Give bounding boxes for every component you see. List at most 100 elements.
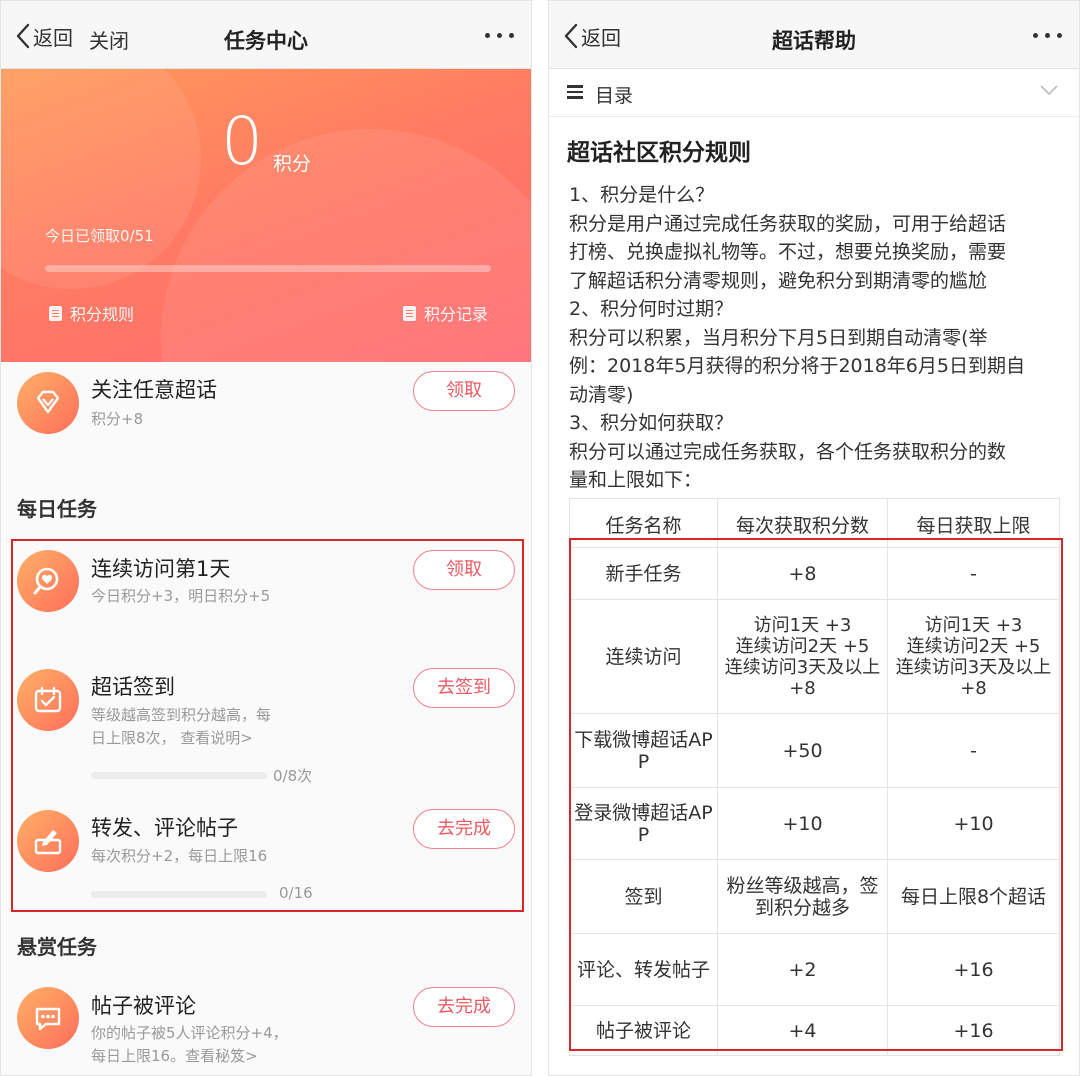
claim-button[interactable]: 领取 [413,371,515,411]
table-cell: - [887,713,1060,788]
table-cell: 访问1天 +3 连续访问2天 +5 连续访问3天及以上 +8 [717,599,888,714]
chevron-left-icon [564,23,578,49]
chevron-down-icon [1040,85,1058,96]
back-button[interactable]: 返回 [15,23,73,50]
task-desc-line1: 等级越高签到积分越高，每 [91,706,272,724]
claim-button[interactable]: 领取 [413,550,515,590]
article-title: 超话社区积分规则 [567,140,751,166]
table-row: 登录微博超话APP +10 +10 [569,787,1060,860]
task-title: 转发、评论帖子 [91,816,238,840]
table-cell: 访问1天 +3 连续访问2天 +5 连续访问3天及以上 +8 [887,599,1060,714]
table-cell: +50 [717,713,888,788]
table-row: 签到 粉丝等级越高，签到积分越多 每日上限8个超话 [569,859,1060,934]
table-cell: 下载微博超话APP [569,713,718,788]
points-rules-label: 积分规则 [70,305,135,324]
toc-label: 目录 [595,85,634,107]
task-title: 超话签到 [91,675,175,699]
points-rules-table: 任务名称 每次获取积分数 每日获取上限 新手任务 +8 - 连续访问 访问1天 … [569,498,1060,1056]
section-title-reward: 悬赏任务 [17,935,97,959]
paragraph: 积分是用户通过完成任务获取的奖励，可用于给超话 [569,212,1007,235]
table-cell: 粉丝等级越高，签到积分越多 [717,859,888,934]
task-center-screen: 返回 关闭 任务中心 0 积分 今日已领取0/51 积分规则 积分记录 关注任意… [0,0,532,1076]
more-icon[interactable] [483,31,517,41]
task-desc: 每次积分+2，每日上限16 [91,847,268,865]
repost-progress-text: 0/16 [279,884,313,902]
table-header-row: 任务名称 每次获取积分数 每日获取上限 [569,498,1060,548]
column-header: 任务名称 [569,498,718,548]
back-button[interactable]: 返回 [563,23,621,50]
paragraph: 积分可以积累，当月积分下月5日到期自动清零(举 [569,326,988,349]
page-title: 任务中心 [224,29,308,53]
task-checkin: 超话签到 等级越高签到积分越高，每 日上限8次， 查看说明> 去签到 0/8次 [1,661,531,789]
table-cell: 帖子被评论 [569,1005,718,1056]
table-row: 评论、转发帖子 +2 +16 [569,933,1060,1006]
see-explanation-link[interactable]: 日上限8次， 查看说明> [91,727,253,749]
task-follow: 关注任意超话 积分+8 领取 [1,362,531,482]
page-title: 超话帮助 [772,29,856,53]
task-title: 连续访问第1天 [91,557,231,581]
task-desc: 积分+8 [91,410,144,428]
task-title: 关注任意超话 [91,378,217,402]
task-consecutive-visit: 连续访问第1天 今日积分+3，明日积分+5 领取 [1,541,531,661]
chat-bubble-icon [17,987,79,1049]
table-row: 下载微博超话APP +50 - [569,713,1060,788]
daily-progress-bar [45,265,491,272]
points-rules-link[interactable]: 积分规则 [49,301,134,325]
column-header: 每日获取上限 [887,498,1060,548]
table-row: 连续访问 访问1天 +3 连续访问2天 +5 连续访问3天及以上 +8 访问1天… [569,599,1060,714]
magnifier-heart-icon [17,550,79,612]
back-label: 返回 [581,25,621,50]
document-icon [403,305,416,321]
table-of-contents-toggle[interactable]: 目录 [549,69,1079,117]
more-icon[interactable] [1031,31,1065,41]
daily-progress-text: 今日已领取0/51 [45,227,154,245]
task-post-commented: 帖子被评论 你的帖子被5人评论积分+4， 每日上限16。查看秘笈> 去完成 [1,979,531,1075]
table-cell: 连续访问 [569,599,718,714]
paragraph: 1、积分是什么？ [569,184,715,206]
table-cell: +10 [887,787,1060,860]
paragraph: 积分可以通过完成任务获取，各个任务获取积分的数 [569,440,1007,463]
edit-post-icon [17,810,79,872]
points-value: 0 [221,103,263,180]
task-title: 帖子被评论 [91,994,196,1018]
article-body: 1、积分是什么？ 积分是用户通过完成任务获取的奖励，可用于给超话 打榜、兑换虚拟… [569,181,1067,495]
paragraph: 了解超话积分清零规则，避免积分到期清零的尴尬 [569,269,988,292]
table-cell: 新手任务 [569,547,718,600]
column-header: 每次获取积分数 [717,498,888,548]
points-hero: 0 积分 今日已领取0/51 积分规则 积分记录 [1,69,531,362]
paragraph: 例：2018年5月获得的积分将于2018年6月5日到期自 [569,355,1025,377]
paragraph: 2、积分何时过期？ [569,298,734,320]
table-cell: +16 [887,933,1060,1006]
table-cell: +8 [717,547,888,600]
task-desc-line1: 你的帖子被5人评论积分+4， [91,1024,288,1042]
checkin-progress-text: 0/8次 [273,767,313,785]
close-button[interactable]: 关闭 [89,25,129,54]
table-cell: 评论、转发帖子 [569,933,718,1006]
document-icon [49,305,62,321]
table-cell: +4 [717,1005,888,1056]
diamond-icon [17,372,79,434]
table-cell: 签到 [569,859,718,934]
paragraph: 打榜、兑换虚拟礼物等。不过，想要兑换奖励，需要 [569,241,1007,263]
hero-bubble [1,69,201,289]
table-cell: +2 [717,933,888,1006]
checkin-button[interactable]: 去签到 [413,668,515,708]
table-cell: 每日上限8个超话 [887,859,1060,934]
complete-button[interactable]: 去完成 [413,987,515,1027]
back-label: 返回 [33,25,73,50]
nav-bar: 返回 超话帮助 [549,1,1079,69]
see-tips-link[interactable]: 每日上限16。查看秘笈> [91,1045,258,1067]
points-records-link[interactable]: 积分记录 [403,301,488,325]
table-row: 帖子被评论 +4 +16 [569,1005,1060,1056]
calendar-check-icon [17,669,79,731]
checkin-progress-bar [91,772,267,779]
chevron-left-icon [16,23,30,49]
menu-icon [567,85,583,99]
paragraph: 量和上限如下： [569,469,703,491]
table-cell: +10 [717,787,888,860]
nav-bar: 返回 关闭 任务中心 [1,1,531,69]
complete-button[interactable]: 去完成 [413,809,515,849]
points-records-label: 积分记录 [424,305,489,324]
table-cell: - [887,547,1060,600]
points-unit: 积分 [273,153,312,175]
